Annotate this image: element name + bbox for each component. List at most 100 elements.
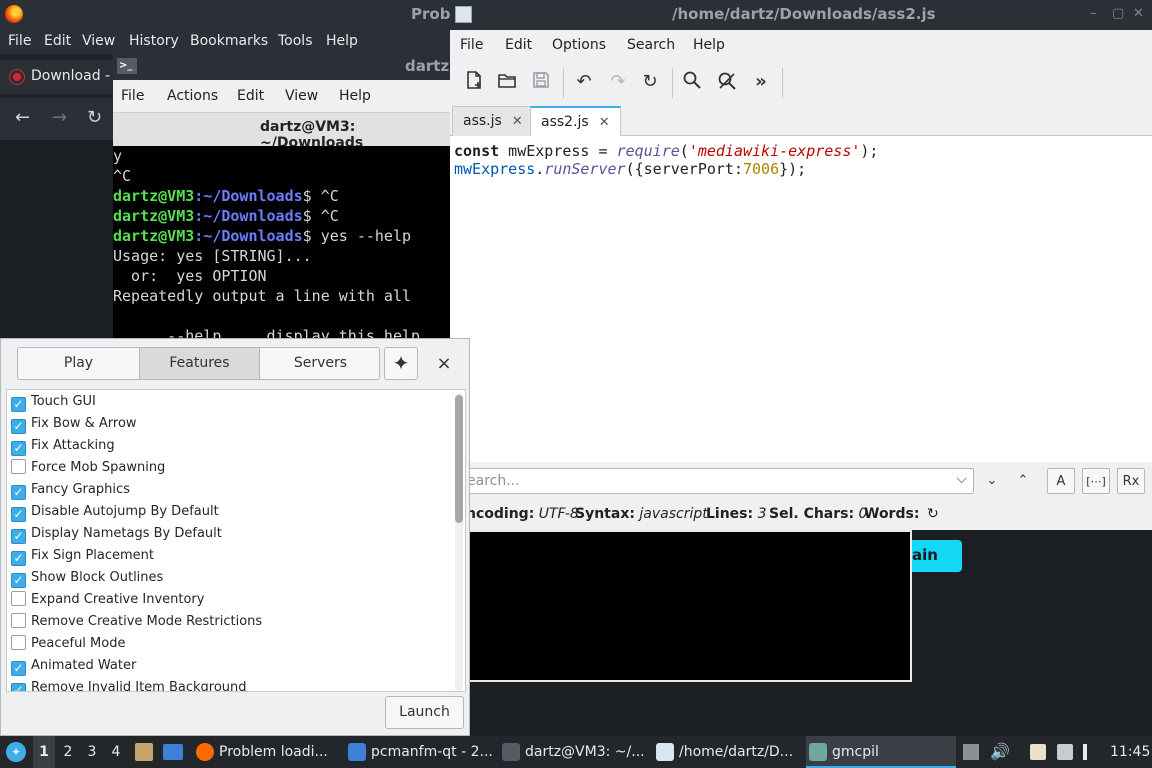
terminal-menu-view[interactable]: View [285,88,318,104]
checkbox-checked[interactable]: ✓ [11,419,26,434]
tab-ass2-js[interactable]: ass2.js ✕ [530,106,621,136]
checkbox-unchecked[interactable] [11,613,26,628]
checkbox-checked[interactable]: ✓ [11,507,26,522]
tab-ass-js[interactable]: ass.js ✕ [452,106,534,136]
checkbox-unchecked[interactable] [11,459,26,474]
feature-fix-attacking[interactable]: ✓ Fix Attacking [11,435,115,457]
feature-fancy-graphics[interactable]: ✓ Fancy Graphics [11,479,130,501]
clipboard-icon[interactable] [963,744,979,760]
task-gmcpil[interactable]: gmcpil [806,736,956,768]
find-next-icon[interactable]: ⌄ [978,468,1006,494]
terminal-output[interactable]: y ^C dartz@VM3:~/Downloads$ ^C dartz@VM3… [113,146,450,340]
network-icon[interactable] [1057,744,1073,760]
feature-fix-sign-placement[interactable]: ✓ Fix Sign Placement [11,545,154,567]
battery-icon[interactable] [1083,744,1087,760]
minimize-button[interactable]: – [1090,6,1097,21]
feature-fix-bow-arrow[interactable]: ✓ Fix Bow & Arrow [11,413,137,435]
scrollbar-thumb[interactable] [455,395,463,523]
firefox-tab[interactable]: Download - [0,60,113,94]
feature-remove-creative-restrictions[interactable]: Remove Creative Mode Restrictions [11,611,262,633]
task-terminal[interactable]: dartz@VM3: ~/... [499,736,649,768]
clock[interactable]: 11:45 [1110,736,1150,768]
find-icon[interactable] [680,70,704,94]
feature-peaceful-mode[interactable]: Peaceful Mode [11,633,125,655]
workspace-4[interactable]: 4 [105,736,127,768]
menu-history[interactable]: History [129,33,179,49]
code-editor[interactable]: const mwExpress = require('mediawiki-exp… [450,136,1152,462]
menu-file[interactable]: File [8,33,31,49]
features-list[interactable]: ✓ Touch GUI ✓ Fix Bow & Arrow ✓ Fix Attacki… [6,389,466,692]
feature-remove-invalid-item-bg[interactable]: ✓ Remove Invalid Item Background [11,677,247,691]
feature-force-mob-spawning[interactable]: Force Mob Spawning [11,457,165,479]
background-cyan-button[interactable]: ain [912,540,962,572]
start-menu-icon[interactable]: ✦ [6,742,26,762]
editor-menu-file[interactable]: File [460,37,483,53]
editor-menu-edit[interactable]: Edit [505,37,532,53]
terminal-tab[interactable]: dartz@VM3: ~/Downloads [113,113,450,151]
feature-expand-creative-inventory[interactable]: Expand Creative Inventory [11,589,204,611]
checkbox-checked[interactable]: ✓ [11,573,26,588]
sparkle-icon[interactable]: ✦ [384,347,418,380]
menu-tools[interactable]: Tools [278,33,313,49]
regex-button[interactable]: Rx [1117,468,1145,494]
save-icon[interactable] [529,70,553,94]
match-case-button[interactable]: A [1047,468,1075,494]
notes-icon[interactable] [1030,744,1046,760]
more-icon[interactable]: » [749,70,773,94]
editor-menu-search[interactable]: Search [627,37,675,53]
reload-icon[interactable]: ↻ [87,107,102,128]
workspace-1[interactable]: 1 [33,736,55,768]
feature-touch-gui[interactable]: ✓ Touch GUI [11,391,96,413]
volume-icon[interactable]: 🔊 [990,736,1010,768]
search-input[interactable]: earch... ⌵ [458,468,974,494]
launch-button[interactable]: Launch [385,696,464,729]
replace-icon[interactable] [715,70,739,94]
new-file-icon[interactable] [462,70,486,94]
checkbox-checked[interactable]: ✓ [11,661,26,676]
checkbox-checked[interactable]: ✓ [11,485,26,500]
forward-icon[interactable]: → [52,107,67,128]
back-icon[interactable]: ← [15,107,30,128]
undo-icon[interactable]: ↶ [572,70,596,94]
feature-disable-autojump[interactable]: ✓ Disable Autojump By Default [11,501,219,523]
editor-menu-help[interactable]: Help [693,37,725,53]
find-previous-icon[interactable]: ⌃ [1009,468,1037,494]
chevron-down-icon[interactable]: ⌵ [956,471,967,487]
terminal-menu-file[interactable]: File [121,88,144,104]
feature-display-nametags[interactable]: ✓ Display Nametags By Default [11,523,222,545]
checkbox-checked[interactable]: ✓ [11,529,26,544]
task-firefox[interactable]: Problem loadi... [193,736,343,768]
terminal-menu-edit[interactable]: Edit [237,88,264,104]
open-folder-icon[interactable] [495,70,519,94]
tab-play[interactable]: Play [18,348,139,379]
close-tab-icon[interactable]: ✕ [512,114,523,129]
menu-bookmarks[interactable]: Bookmarks [190,33,268,49]
tab-features[interactable]: Features [139,348,260,379]
close-icon[interactable]: × [432,352,456,376]
checkbox-checked[interactable]: ✓ [11,441,26,456]
terminal-menu-actions[interactable]: Actions [167,88,218,104]
task-pcmanfm[interactable]: pcmanfm-qt - 2... [345,736,495,768]
file-manager-quicklaunch-icon[interactable] [135,743,153,761]
feature-show-block-outlines[interactable]: ✓ Show Block Outlines [11,567,163,589]
checkbox-unchecked[interactable] [11,591,26,606]
checkbox-checked[interactable]: ✓ [11,683,26,691]
terminal-menu-help[interactable]: Help [339,88,371,104]
editor-menu-options[interactable]: Options [552,37,606,53]
checkbox-checked[interactable]: ✓ [11,551,26,566]
tab-servers[interactable]: Servers [260,348,381,379]
whole-word-button[interactable]: [⋯] [1082,468,1110,494]
refresh-icon[interactable]: ↻ [927,506,939,522]
menu-help[interactable]: Help [326,33,358,49]
scrollbar[interactable] [455,393,463,691]
redo-icon[interactable]: ↷ [606,70,630,94]
workspace-2[interactable]: 2 [57,736,79,768]
menu-edit[interactable]: Edit [44,33,71,49]
checkbox-checked[interactable]: ✓ [11,397,26,412]
checkbox-unchecked[interactable] [11,635,26,650]
reload-icon[interactable]: ↻ [638,70,662,94]
maximize-button[interactable]: ▢ [1112,6,1124,21]
workspace-3[interactable]: 3 [81,736,103,768]
feature-animated-water[interactable]: ✓ Animated Water [11,655,136,677]
menu-view[interactable]: View [82,33,115,49]
